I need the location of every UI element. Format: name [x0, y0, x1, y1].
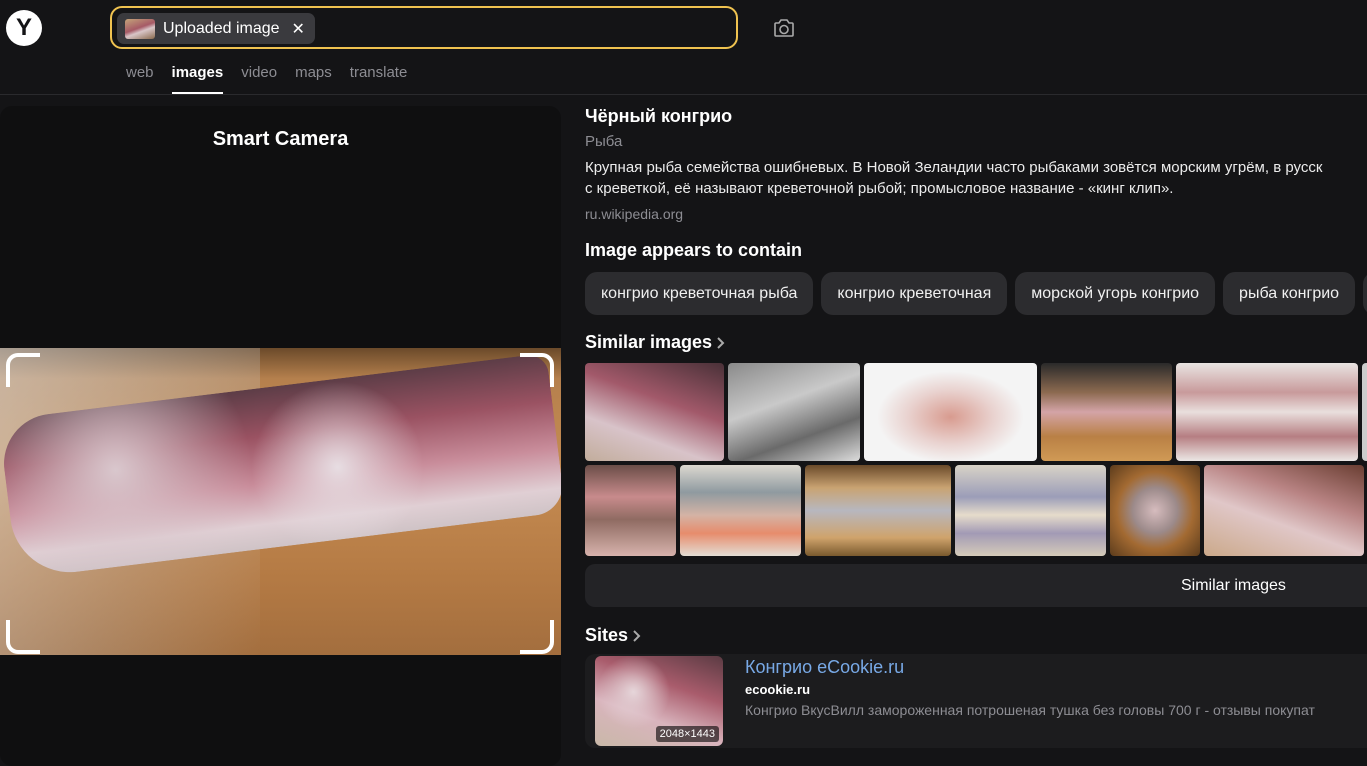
crop-handle-bottom-right[interactable]	[520, 620, 554, 654]
similar-image-thumbnail[interactable]	[1110, 465, 1200, 556]
uploaded-image-thumbnail	[125, 18, 155, 39]
tab-images[interactable]: images	[171, 64, 223, 94]
tag-pill[interactable]: морской угорь конгрио	[1015, 272, 1216, 315]
tab-web[interactable]: web	[126, 64, 154, 94]
similar-images-button[interactable]: Similar images	[585, 564, 1367, 607]
tag-pill[interactable]: конгрио креветочная	[821, 272, 1008, 315]
crop-handle-top-left[interactable]	[6, 353, 40, 387]
tab-maps[interactable]: maps	[295, 64, 332, 94]
crop-handle-top-right[interactable]	[520, 353, 554, 387]
entity-description-line: с креветкой, её называют креветочной рыб…	[585, 180, 1174, 197]
image-size-badge: 2048×1443	[655, 726, 719, 742]
similar-image-thumbnail[interactable]	[1204, 465, 1364, 556]
entity-title[interactable]: Чёрный конгрио	[585, 106, 732, 127]
similar-image-thumbnail[interactable]	[955, 465, 1106, 556]
search-box[interactable]: Uploaded image ✕	[110, 6, 738, 49]
crop-handle-bottom-left[interactable]	[6, 620, 40, 654]
contains-heading-label: Image appears to contain	[585, 240, 803, 260]
site-result-domain[interactable]: ecookie.ru	[745, 682, 810, 697]
smart-camera-title: Smart Camera	[212, 128, 349, 150]
entity-source-link[interactable]: ru.wikipedia.org	[585, 206, 683, 222]
similar-images-button-label: Similar images	[1181, 577, 1286, 594]
contains-heading: Image appears to contain	[585, 240, 802, 261]
chip-label: Uploaded image	[163, 19, 280, 37]
yandex-logo[interactable]: Y	[6, 10, 42, 46]
chevron-right-icon	[633, 629, 641, 642]
search-tabs: web images video maps translate	[126, 64, 407, 94]
contains-pills: конгрио креветочная рыба конгрио кревето…	[585, 272, 1367, 315]
tab-translate[interactable]: translate	[350, 64, 408, 94]
sites-heading-label: Sites	[585, 625, 629, 645]
similar-images-row-1	[585, 363, 1367, 461]
site-result-snippet: Конгрио ВкусВилл замороженная потрошеная…	[745, 702, 1315, 718]
entity-description-line: Крупная рыба семейства ошибневых. В Ново…	[585, 159, 1323, 176]
similar-image-thumbnail[interactable]	[1362, 363, 1367, 461]
camera-icon	[774, 19, 794, 37]
similar-image-thumbnail[interactable]	[728, 363, 860, 461]
similar-image-thumbnail[interactable]	[680, 465, 801, 556]
tag-pill[interactable]: рыба конгрио	[1223, 272, 1356, 315]
similar-image-thumbnail[interactable]	[585, 363, 724, 461]
uploaded-photo[interactable]	[0, 348, 561, 655]
sites-heading[interactable]: Sites	[585, 625, 642, 646]
uploaded-image-chip[interactable]: Uploaded image ✕	[117, 13, 315, 44]
similar-images-heading[interactable]: Similar images	[585, 332, 726, 353]
chevron-right-icon	[717, 336, 725, 349]
similar-image-thumbnail[interactable]	[585, 465, 676, 556]
tab-video[interactable]: video	[241, 64, 277, 94]
site-result-thumbnail[interactable]: 2048×1443	[595, 656, 723, 746]
similar-images-heading-label: Similar images	[585, 332, 713, 352]
camera-search-button[interactable]	[770, 14, 798, 42]
similar-image-thumbnail[interactable]	[1041, 363, 1172, 461]
tag-pill[interactable]	[1363, 272, 1367, 315]
similar-images-row-2	[585, 465, 1364, 556]
tag-pill[interactable]: конгрио креветочная рыба	[585, 272, 814, 315]
top-bar: Y Uploaded image ✕ web images video maps…	[0, 0, 1367, 95]
site-result-title[interactable]: Конгрио eCookie.ru	[745, 657, 904, 678]
smart-camera-panel: Smart Camera	[0, 106, 561, 766]
similar-image-thumbnail[interactable]	[864, 363, 1037, 461]
similar-image-thumbnail[interactable]	[1176, 363, 1358, 461]
entity-description: Крупная рыба семейства ошибневых. В Ново…	[585, 157, 1367, 199]
site-result[interactable]: 2048×1443 Конгрио eCookie.ru ecookie.ru …	[585, 654, 1367, 748]
close-icon[interactable]: ✕	[292, 19, 305, 39]
results-panel: Чёрный конгрио Рыба Крупная рыба семейст…	[585, 96, 1367, 760]
logo-letter: Y	[15, 14, 32, 41]
similar-image-thumbnail[interactable]	[805, 465, 951, 556]
entity-subtitle: Рыба	[585, 133, 623, 150]
